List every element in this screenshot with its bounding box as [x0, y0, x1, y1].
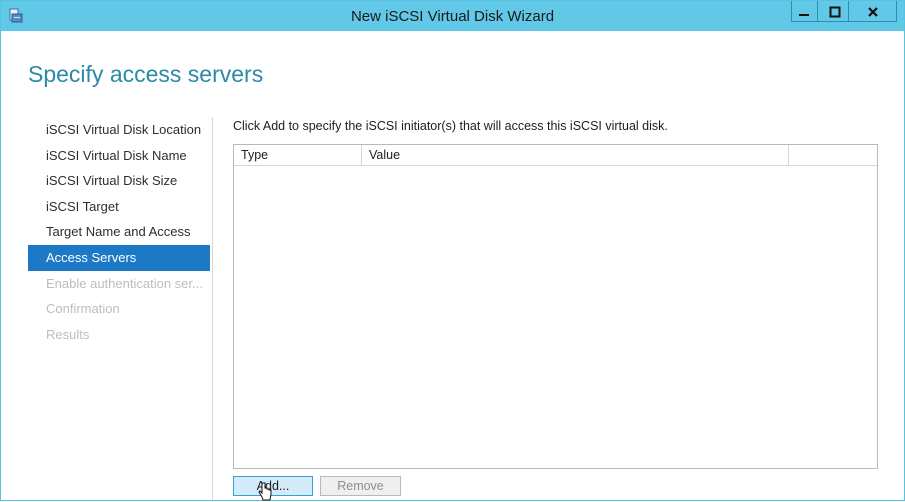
- nav-step-size[interactable]: iSCSI Virtual Disk Size: [28, 168, 210, 194]
- close-button[interactable]: [849, 1, 897, 22]
- add-button[interactable]: Add...: [233, 476, 313, 496]
- nav-step-name[interactable]: iSCSI Virtual Disk Name: [28, 143, 210, 169]
- column-header-empty[interactable]: [789, 145, 877, 165]
- list-header: Type Value: [234, 145, 877, 166]
- remove-button: Remove: [320, 476, 401, 496]
- page-title: Specify access servers: [28, 61, 264, 87]
- wizard-step-list: iSCSI Virtual Disk Location iSCSI Virtua…: [28, 117, 210, 347]
- nav-step-results: Results: [46, 326, 90, 342]
- nav-step-access-servers[interactable]: Access Servers: [28, 244, 210, 271]
- wizard-window: New iSCSI Virtual Disk Wizard Specify ac…: [0, 0, 905, 502]
- nav-step-target-name[interactable]: Target Name and Access: [28, 219, 210, 245]
- close-icon: [868, 6, 878, 17]
- maximize-icon: [829, 6, 840, 17]
- nav-divider: [212, 117, 213, 502]
- minimize-button[interactable]: [791, 1, 818, 22]
- column-header-type[interactable]: Type: [234, 145, 362, 165]
- nav-step-location[interactable]: iSCSI Virtual Disk Location: [28, 117, 210, 143]
- initiator-list[interactable]: Type Value: [233, 144, 878, 469]
- nav-step-target[interactable]: iSCSI Target: [28, 194, 210, 220]
- instruction-text: Click Add to specify the iSCSI initiator…: [233, 119, 668, 133]
- nav-step-confirmation: Confirmation: [46, 301, 120, 317]
- column-header-value[interactable]: Value: [362, 145, 789, 165]
- window-title: New iSCSI Virtual Disk Wizard: [350, 8, 555, 25]
- minimize-icon: [799, 13, 809, 16]
- title-bar[interactable]: New iSCSI Virtual Disk Wizard: [1, 1, 904, 31]
- maximize-button[interactable]: [821, 1, 849, 22]
- nav-step-authentication: Enable authentication ser...: [46, 275, 203, 291]
- hand-cursor-icon: [258, 482, 272, 501]
